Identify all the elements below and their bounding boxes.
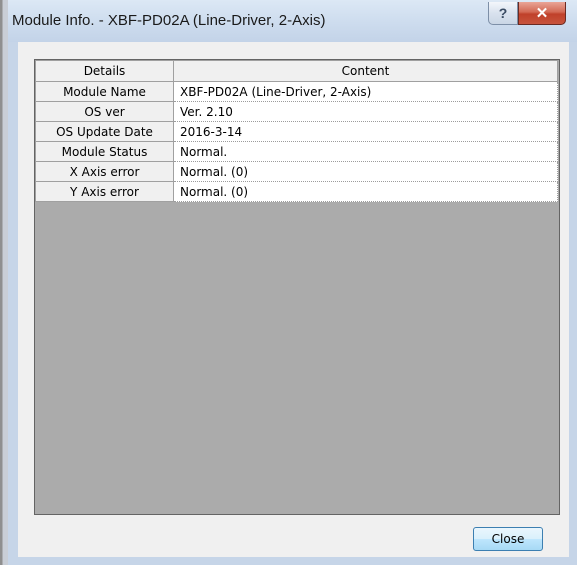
window-title: Module Info. - XBF-PD02A (Line-Driver, 2… <box>12 12 326 29</box>
column-header-details[interactable]: Details <box>35 60 174 82</box>
info-grid[interactable]: Details Content Module Name XBF-PD02A (L… <box>34 59 560 515</box>
close-button[interactable]: Close <box>473 527 543 551</box>
row-value[interactable]: 2016-3-14 <box>173 121 558 142</box>
help-icon[interactable]: ? <box>488 2 518 25</box>
table-row[interactable]: OS Update Date 2016-3-14 <box>35 121 558 142</box>
table-row[interactable]: OS ver Ver. 2.10 <box>35 101 558 122</box>
column-header-content[interactable]: Content <box>173 60 558 82</box>
close-icon[interactable]: ✕ <box>518 2 566 25</box>
table-row[interactable]: Y Axis error Normal. (0) <box>35 181 558 202</box>
row-label: Y Axis error <box>35 181 174 202</box>
title-bar[interactable]: Module Info. - XBF-PD02A (Line-Driver, 2… <box>8 0 577 42</box>
table-row[interactable]: Module Status Normal. <box>35 141 558 162</box>
row-label: Module Name <box>35 81 174 102</box>
row-label: X Axis error <box>35 161 174 182</box>
background-window-edge <box>0 0 8 565</box>
row-label: Module Status <box>35 141 174 162</box>
row-value[interactable]: Normal. (0) <box>173 181 558 202</box>
row-label: OS ver <box>35 101 174 122</box>
row-value[interactable]: Normal. <box>173 141 558 162</box>
row-value[interactable]: XBF-PD02A (Line-Driver, 2-Axis) <box>173 81 558 102</box>
table-header-row: Details Content <box>35 60 558 82</box>
table-row[interactable]: Module Name XBF-PD02A (Line-Driver, 2-Ax… <box>35 81 558 102</box>
info-table: Details Content Module Name XBF-PD02A (L… <box>35 60 558 202</box>
table-row[interactable]: X Axis error Normal. (0) <box>35 161 558 182</box>
row-label: OS Update Date <box>35 121 174 142</box>
dialog-body: Details Content Module Name XBF-PD02A (L… <box>18 42 569 557</box>
row-value[interactable]: Ver. 2.10 <box>173 101 558 122</box>
module-info-dialog: Module Info. - XBF-PD02A (Line-Driver, 2… <box>8 0 577 565</box>
row-value[interactable]: Normal. (0) <box>173 161 558 182</box>
